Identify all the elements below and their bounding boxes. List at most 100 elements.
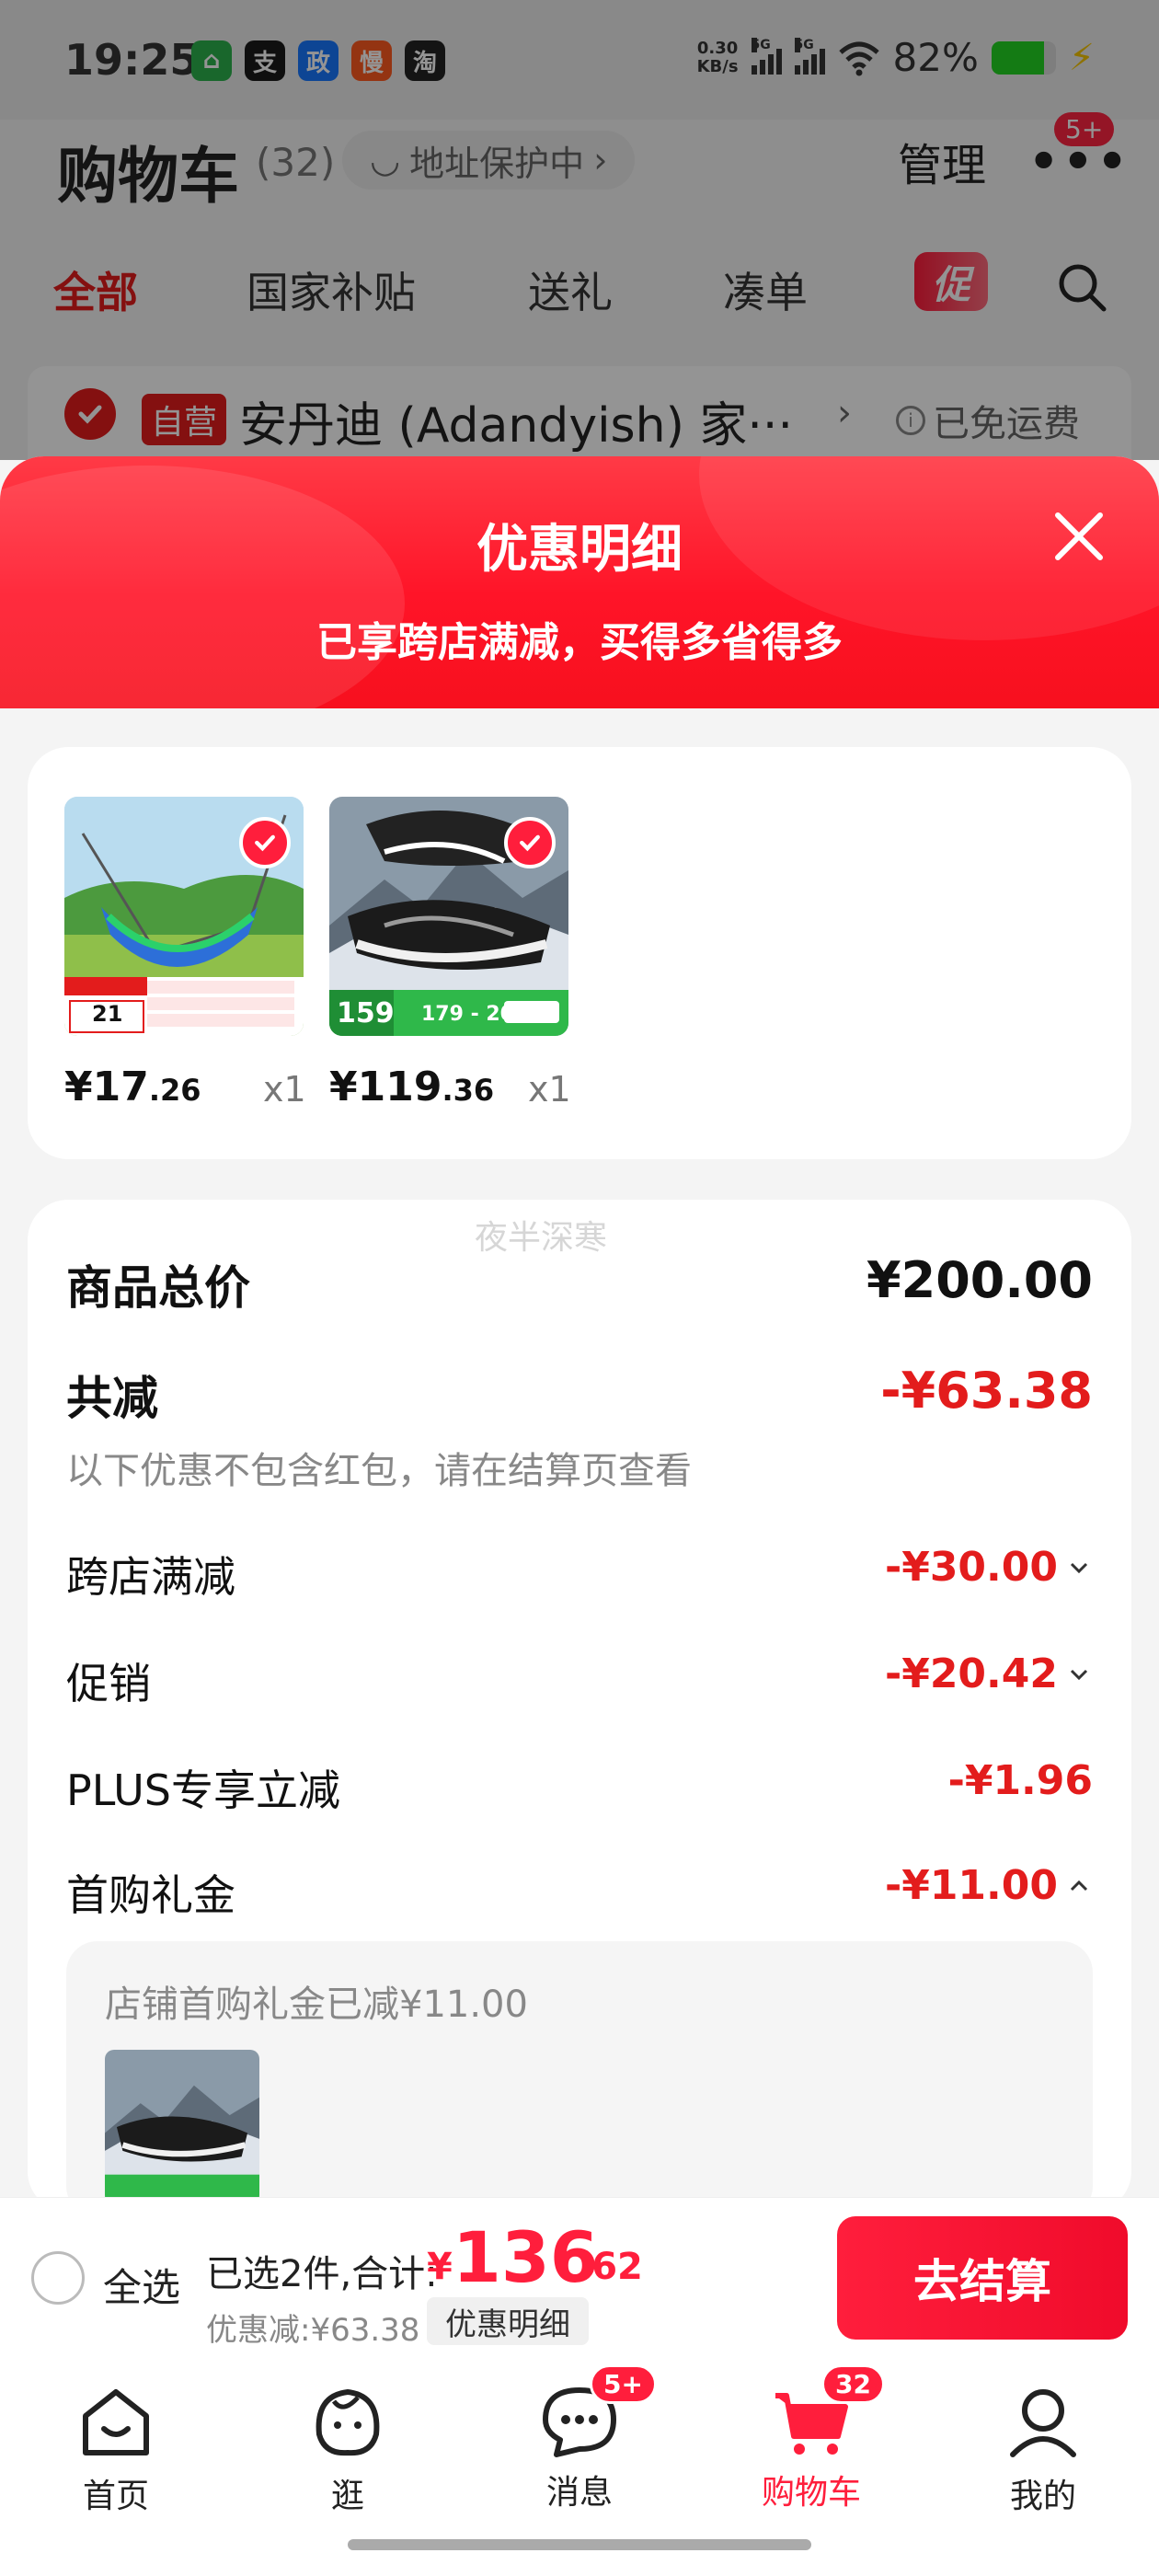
sheet-subtitle: 已享跨店满减，买得多省得多: [316, 619, 843, 666]
self-operated-badge: 自营: [142, 394, 227, 445]
tab-profile[interactable]: 我的: [960, 2379, 1126, 2517]
address-protect-chip[interactable]: ◡ 地址保护中 ›: [342, 131, 636, 190]
tab-subsidy[interactable]: 国家补贴: [247, 259, 416, 320]
first-purchase-gift-row[interactable]: -¥11.00: [885, 1862, 1093, 1909]
total-price-value: ¥200.00: [866, 1251, 1093, 1309]
store-checkbox[interactable]: [64, 388, 116, 440]
total-currency: ¥: [427, 2246, 453, 2288]
watermark: 夜半深寒: [475, 1219, 608, 1257]
tab-home[interactable]: 首页: [33, 2379, 199, 2517]
first-purchase-gift-label: 首购礼金: [66, 1870, 235, 1920]
cart-badge: 32: [821, 2364, 885, 2404]
page-title: 购物车: [57, 141, 239, 212]
chevron-right-icon: ›: [837, 392, 852, 434]
product-checkbox[interactable]: [239, 817, 291, 868]
cross-store-discount-value: -¥30.00: [884, 1544, 1058, 1591]
battery-percent: 82%: [892, 35, 979, 80]
battery-icon: [991, 40, 1056, 75]
address-protect-icon: ◡: [370, 140, 401, 180]
tab-bundle[interactable]: 凑单: [723, 259, 808, 320]
status-indicators: 0.30 KB/s 5G 5G 82% ⚡: [697, 35, 1095, 80]
tab-gift[interactable]: 送礼: [528, 259, 613, 320]
plus-discount-value: -¥1.96: [947, 1757, 1093, 1804]
charging-icon: ⚡: [1068, 36, 1095, 79]
chevron-down-icon: [1070, 1562, 1088, 1573]
gift-detail-text: 店铺首购礼金已减¥11.00: [105, 1984, 528, 2026]
image-price-label: 21: [92, 1001, 123, 1027]
discount-total: 优惠减:¥63.38: [206, 2312, 420, 2349]
signal-icon-2: 5G: [794, 37, 825, 75]
sheet-title: 优惠明细: [476, 520, 683, 580]
home-icon: [83, 2389, 149, 2455]
shoe-product-image: 159 179 - 20: [329, 797, 568, 1036]
info-icon: i: [896, 406, 925, 435]
selected-summary: 已选2件,合计:: [206, 2253, 438, 2295]
total-amount: 136: [453, 2216, 599, 2298]
cross-store-discount-row[interactable]: -¥30.00: [885, 1544, 1093, 1591]
check-icon: [255, 834, 275, 852]
search-icon[interactable]: [1054, 259, 1109, 315]
discount-summary-card: 夜半深寒 商品总价 ¥200.00 共减 -¥63.38 以下优惠不包含红包，请…: [28, 1200, 1131, 2217]
checkout-button[interactable]: 去结算: [837, 2216, 1128, 2340]
image-promo-label: 179 - 20: [421, 1003, 514, 1026]
promotion-row[interactable]: -¥20.42: [885, 1650, 1093, 1697]
status-app-icons: ⌂ 支 政 慢 淘: [191, 40, 445, 81]
gift-product-image: [105, 2050, 259, 2204]
qianniu-app-icon: ⌂: [191, 40, 232, 81]
promotion-label: 促销: [66, 1659, 151, 1708]
select-all-label[interactable]: 全选: [103, 2257, 180, 2313]
product-quantity: x1: [263, 1069, 306, 1110]
select-all-checkbox[interactable]: [31, 2251, 85, 2305]
check-icon: [520, 834, 540, 852]
taobao-app-icon: 淘: [405, 40, 445, 81]
product-checkbox[interactable]: [504, 817, 556, 868]
browse-icon: [316, 2388, 380, 2456]
store-name[interactable]: 安丹迪 (Adandyish) 家···: [239, 386, 793, 455]
dingtalk-app-icon: 政: [298, 40, 339, 81]
close-icon[interactable]: [1049, 506, 1109, 567]
tab-messages[interactable]: 5+ 消息: [497, 2364, 662, 2513]
cart-count: (32): [256, 140, 336, 185]
store-row[interactable]: 自营 安丹迪 (Adandyish) 家··· › i 已免运费: [28, 366, 1131, 467]
chevron-down-icon: [1070, 1669, 1088, 1680]
wifi-icon: [838, 41, 879, 75]
chevron-up-icon: [1070, 1880, 1088, 1891]
tab-cart[interactable]: 32 购物车: [729, 2364, 894, 2513]
total-price-label: 商品总价: [66, 1261, 250, 1315]
promotion-value: -¥20.42: [884, 1650, 1058, 1697]
profile-icon: [1010, 2389, 1076, 2457]
total-reduce-label: 共减: [66, 1372, 158, 1425]
discount-detail-button[interactable]: 优惠明细: [427, 2297, 589, 2345]
product-price: ¥17.26: [64, 1064, 201, 1110]
shipping-status: i 已免运费: [896, 394, 1080, 447]
battery-fill: [991, 40, 1045, 75]
hammock-product-image: 21: [64, 797, 304, 1036]
tab-promo[interactable]: 促: [914, 252, 988, 311]
sheet-header: 优惠明细 已享跨店满减，买得多省得多: [0, 456, 1159, 708]
network-speed: 0.30 KB/s: [696, 38, 739, 76]
gift-detail-box: 店铺首购礼金已减¥11.00: [66, 1941, 1093, 2217]
chevron-right-icon: ›: [593, 140, 608, 180]
home-indicator[interactable]: [348, 2539, 811, 2550]
cross-store-discount-label: 跨店满减: [66, 1552, 235, 1602]
product-price: ¥119.36: [329, 1064, 495, 1110]
tab-all[interactable]: 全部: [53, 259, 138, 320]
product-quantity: x1: [528, 1069, 571, 1110]
alipay-app-icon: 支: [245, 40, 285, 81]
checkout-bar: 全选 已选2件,合计: ¥ 136 .62 优惠减:¥63.38 优惠明细 去结…: [0, 2197, 1159, 2359]
selected-products-card: 21 ¥17.26 x1 159 179 - 20 ¥119.36 x1: [28, 747, 1131, 1159]
cart-page-header: 购物车 (32) ◡ 地址保护中 › 管理 ••• 5+ 全部 国家补贴 送礼 …: [0, 112, 1159, 467]
status-bar: 19:25 ⌂ 支 政 慢 淘 0.30 KB/s 5G 5G 82% ⚡: [0, 0, 1159, 120]
total-amount-decimal: .62: [578, 2246, 643, 2288]
more-badge: 5+: [1054, 112, 1115, 146]
product-item[interactable]: 21 ¥17.26 x1: [64, 797, 331, 1110]
tab-browse[interactable]: 逛: [265, 2379, 430, 2517]
check-icon: [78, 405, 102, 424]
product-item[interactable]: 159 179 - 20 ¥119.36 x1: [329, 797, 596, 1110]
image-price-label: 159: [337, 997, 395, 1029]
manage-button[interactable]: 管理: [898, 129, 986, 193]
message-badge: 5+: [590, 2364, 657, 2404]
status-time: 19:25: [64, 35, 200, 85]
first-purchase-gift-value: -¥11.00: [884, 1862, 1058, 1909]
total-reduce-value: -¥63.38: [880, 1362, 1093, 1420]
